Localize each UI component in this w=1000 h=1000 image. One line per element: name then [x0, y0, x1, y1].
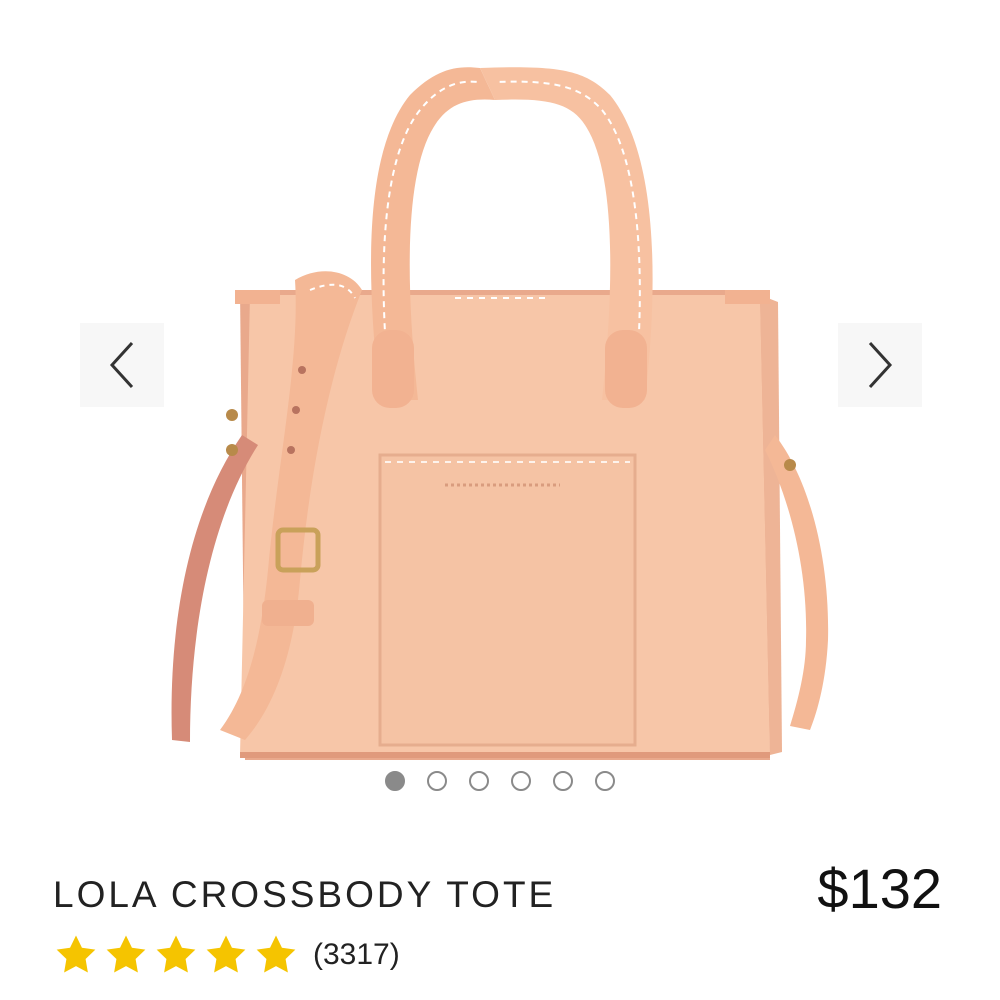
carousel-dot[interactable] — [511, 771, 531, 791]
carousel-dot[interactable] — [595, 771, 615, 791]
chevron-right-icon — [868, 341, 893, 389]
star-icon — [106, 935, 146, 973]
star-icon — [206, 935, 246, 973]
next-image-button[interactable] — [838, 323, 922, 407]
cutoff-content — [53, 990, 353, 1000]
product-image — [171, 67, 829, 760]
chevron-left-icon — [109, 341, 134, 389]
product-price: $132 — [817, 857, 942, 920]
image-carousel[interactable] — [0, 0, 1000, 820]
star-icon — [56, 935, 96, 973]
star-icon — [256, 935, 296, 973]
review-count[interactable]: (3317) — [313, 938, 400, 972]
product-page: LOLA CROSSBODY TOTE $132 (3317) — [0, 0, 1000, 1000]
carousel-dot[interactable] — [385, 771, 405, 791]
product-title: LOLA CROSSBODY TOTE — [53, 874, 557, 915]
carousel-dot[interactable] — [553, 771, 573, 791]
product-rating[interactable]: (3317) — [53, 932, 400, 978]
carousel-dot[interactable] — [427, 771, 447, 791]
carousel-dot[interactable] — [469, 771, 489, 791]
carousel-dots — [0, 771, 1000, 791]
previous-image-button[interactable] — [80, 323, 164, 407]
star-icon — [156, 935, 196, 973]
